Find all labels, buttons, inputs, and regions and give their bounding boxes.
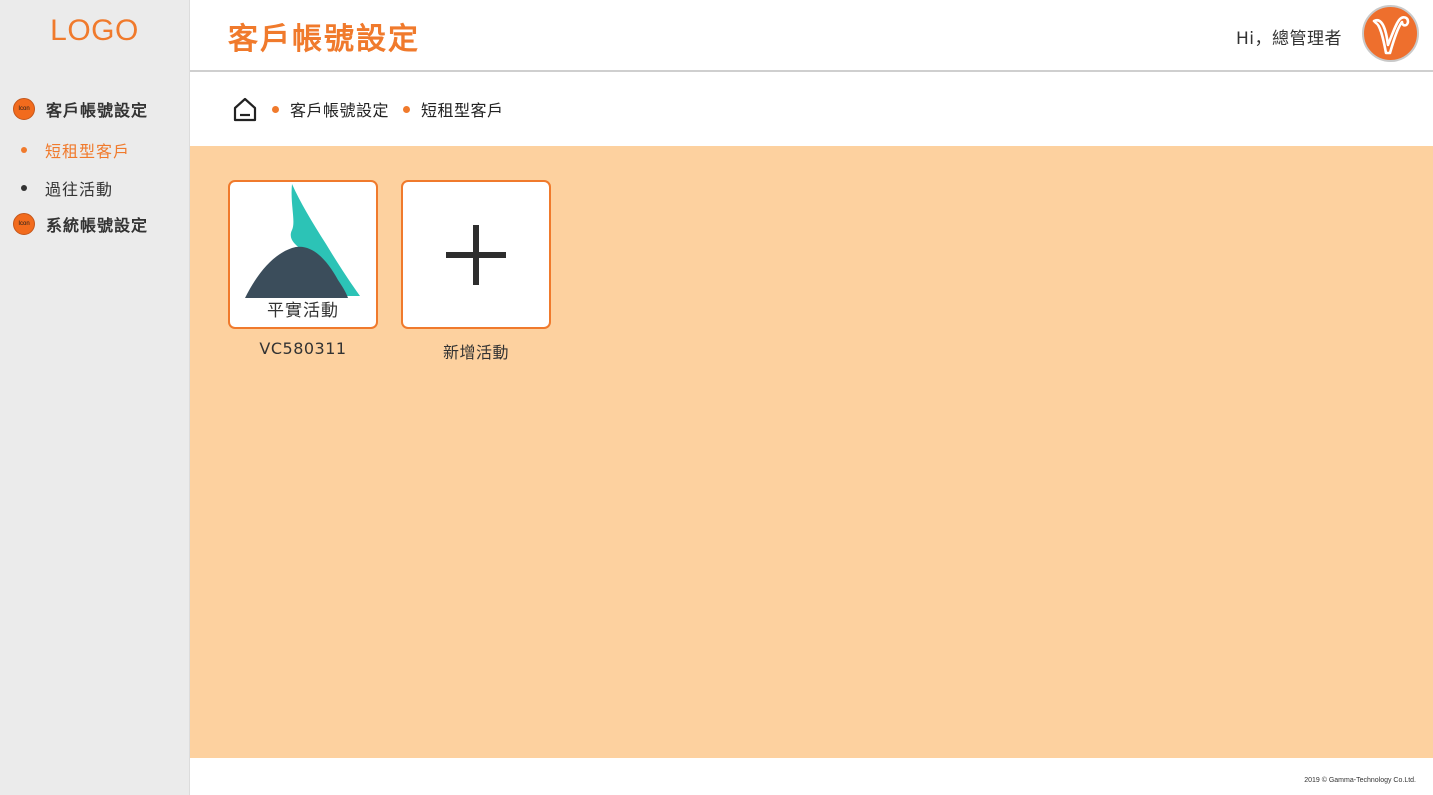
- sidebar-item-label: 系統帳號設定: [46, 216, 149, 235]
- sidebar: LOGO Icon 客戶帳號設定 短租型客戶 過往活動 Icon 系統帳號設定: [0, 0, 190, 795]
- sidebar-item-label: 過往活動: [45, 180, 114, 199]
- breadcrumb-item-short-term-customers: 短租型客戶: [421, 101, 504, 120]
- footer: 2019 © Gamma-Technology Co.Ltd.: [190, 758, 1433, 795]
- top-bar: 客戶帳號設定 Hi，總管理者: [190, 0, 1433, 72]
- breadcrumb: 客戶帳號設定 短租型客戶: [190, 72, 1433, 146]
- sidebar-item-short-term-customers[interactable]: 短租型客戶: [0, 131, 189, 169]
- avatar[interactable]: [1362, 5, 1419, 62]
- card-inner-label: 平實活動: [267, 301, 339, 321]
- sidebar-item-label: 短租型客戶: [45, 142, 131, 161]
- main-content: 平實活動 VC580311 新增活動: [190, 146, 1433, 758]
- page-title: 客戶帳號設定: [228, 22, 420, 57]
- sidebar-item-system-accounts[interactable]: Icon 系統帳號設定: [0, 207, 189, 241]
- sidebar-nav: Icon 客戶帳號設定 短租型客戶 過往活動 Icon 系統帳號設定: [0, 92, 189, 241]
- circle-icon: Icon: [13, 98, 35, 120]
- event-card-wrapper: 平實活動 VC580311: [228, 180, 378, 358]
- plus-icon: [446, 225, 506, 285]
- logo[interactable]: LOGO: [0, 14, 189, 48]
- sidebar-item-customer-accounts[interactable]: Icon 客戶帳號設定: [0, 92, 189, 126]
- home-icon[interactable]: [232, 96, 258, 122]
- circle-icon: Icon: [13, 213, 35, 235]
- breadcrumb-separator: [272, 105, 279, 113]
- copyright-text: 2019 © Gamma-Technology Co.Ltd.: [1304, 777, 1416, 784]
- sidebar-item-past-events[interactable]: 過往活動: [0, 169, 189, 207]
- sidebar-item-label: 客戶帳號設定: [46, 101, 149, 120]
- add-event-button[interactable]: [401, 180, 551, 329]
- event-card[interactable]: 平實活動: [228, 180, 378, 329]
- user-greeting: Hi，總管理者: [1235, 29, 1342, 49]
- breadcrumb-separator: [403, 105, 411, 113]
- card-caption: VC580311: [259, 339, 347, 358]
- bullet-dot: [21, 185, 27, 191]
- breadcrumb-item-customer-accounts[interactable]: 客戶帳號設定: [290, 97, 389, 121]
- card-caption: 新增活動: [442, 343, 509, 362]
- bullet-dot: [21, 147, 27, 153]
- add-event-card-wrapper: 新增活動: [401, 180, 551, 363]
- avatar-logo-icon: [1372, 16, 1410, 55]
